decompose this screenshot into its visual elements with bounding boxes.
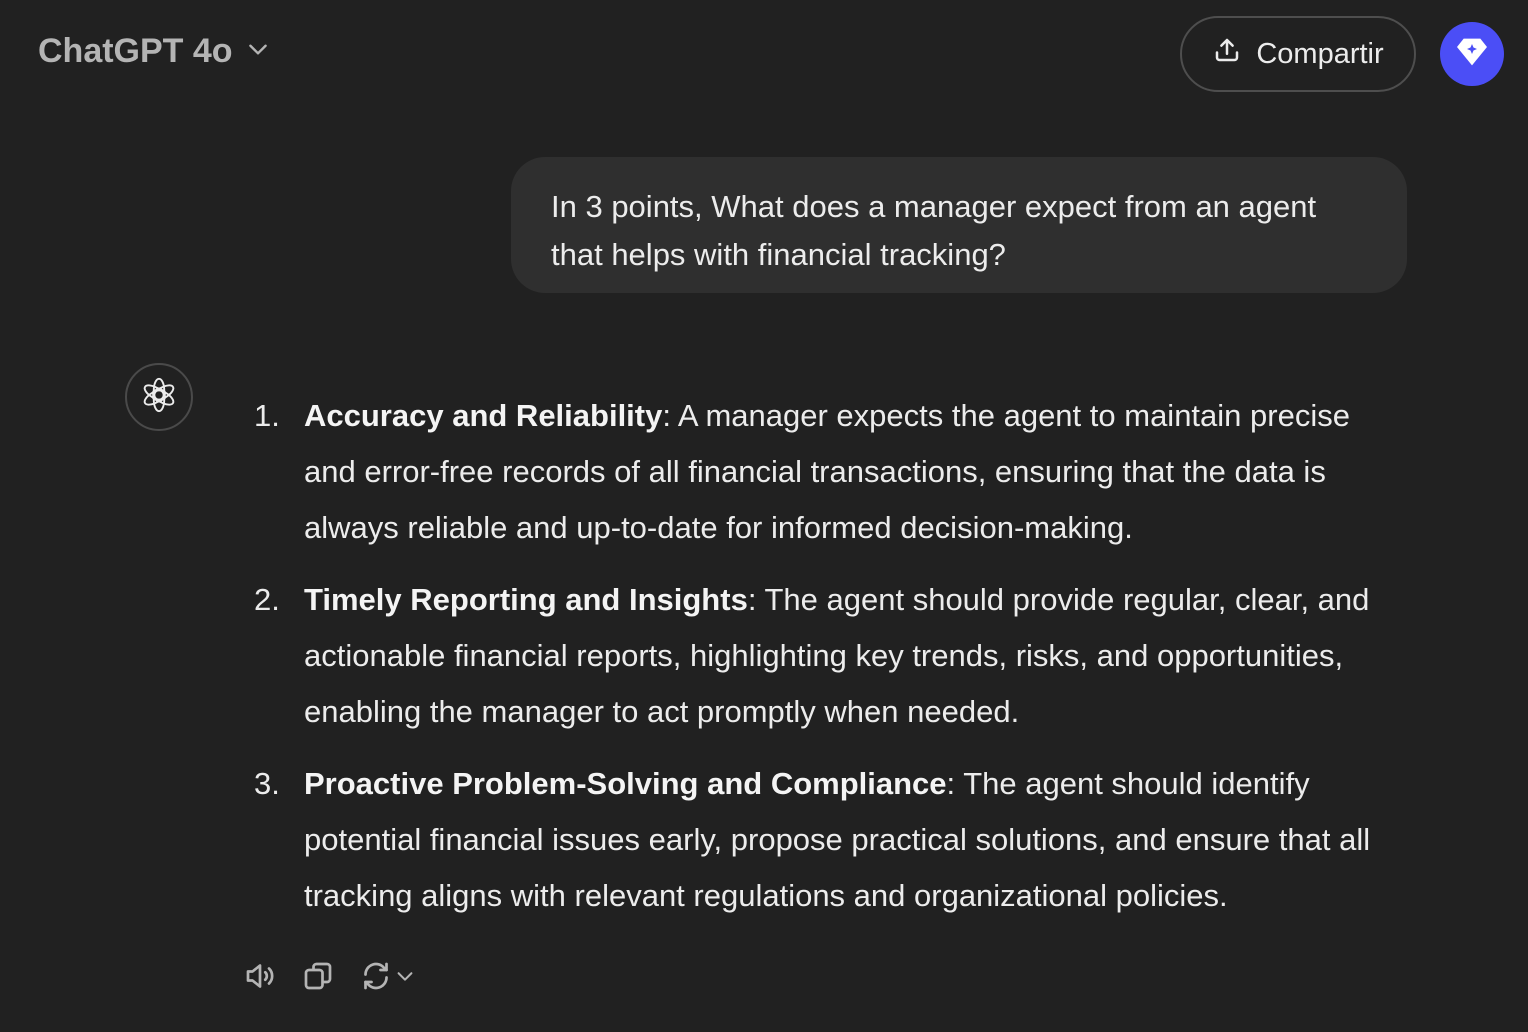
list-item-title: Proactive Problem-Solving and Compliance <box>304 766 947 801</box>
user-message-text: In 3 points, What does a manager expect … <box>551 189 1317 272</box>
share-button[interactable]: Compartir <box>1180 16 1416 92</box>
assistant-response: 1. Accuracy and Reliability: A manager e… <box>250 388 1410 940</box>
list-item: 3. Proactive Problem-Solving and Complia… <box>250 756 1410 924</box>
user-message-bubble: In 3 points, What does a manager expect … <box>511 157 1407 293</box>
upload-icon <box>1212 35 1242 73</box>
read-aloud-button[interactable] <box>242 958 278 999</box>
user-avatar[interactable] <box>1440 22 1504 86</box>
regenerate-icon <box>358 958 394 999</box>
top-bar: ChatGPT 4o Compartir <box>0 0 1528 110</box>
list-number: 2. <box>254 582 280 617</box>
diamond-icon <box>1452 32 1492 77</box>
regenerate-button[interactable] <box>358 958 416 999</box>
copy-button[interactable] <box>300 958 336 999</box>
chevron-down-icon <box>245 32 271 71</box>
openai-logo-icon <box>140 376 178 419</box>
list-item-title: Accuracy and Reliability <box>304 398 663 433</box>
list-number: 1. <box>254 398 280 433</box>
share-label: Compartir <box>1256 37 1384 70</box>
list-item: 1. Accuracy and Reliability: A manager e… <box>250 388 1410 556</box>
speaker-icon <box>242 958 278 999</box>
assistant-avatar <box>125 363 193 431</box>
list-item: 2. Timely Reporting and Insights: The ag… <box>250 572 1410 740</box>
model-switcher[interactable]: ChatGPT 4o <box>38 32 271 71</box>
copy-icon <box>300 958 336 999</box>
list-item-title: Timely Reporting and Insights <box>304 582 748 617</box>
list-number: 3. <box>254 766 280 801</box>
chevron-down-icon <box>394 965 416 992</box>
message-actions <box>242 958 416 999</box>
model-name: ChatGPT 4o <box>38 32 233 70</box>
